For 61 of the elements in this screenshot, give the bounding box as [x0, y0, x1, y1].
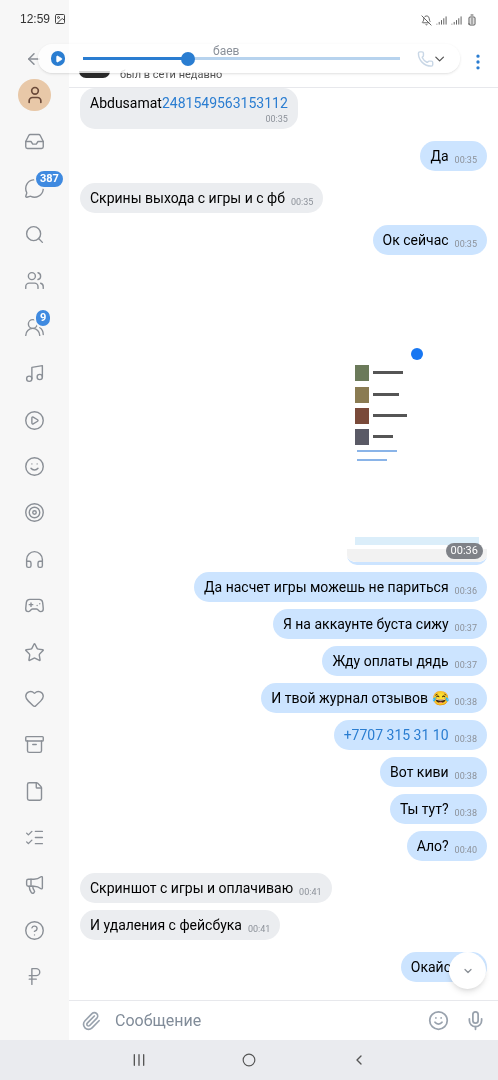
message-time: 00:35	[290, 196, 314, 208]
message-time: 00:36	[445, 543, 483, 559]
headphones-icon[interactable]	[24, 548, 45, 570]
message-time: 00:37	[454, 659, 477, 671]
message-text: Скриншот с игры и оплачиваю	[90, 879, 294, 898]
recent-apps-icon[interactable]	[131, 1052, 147, 1068]
music-icon[interactable]	[24, 363, 45, 385]
message-text: Ты тут?	[400, 800, 449, 819]
message-text: +7707 315 31 10	[343, 726, 449, 745]
message-text: Да	[430, 147, 449, 166]
message-time: 00:35	[454, 154, 477, 166]
message-field[interactable]: Сообщение	[115, 1008, 428, 1033]
target-icon[interactable]	[24, 502, 45, 524]
message-time: 00:35	[454, 238, 477, 250]
message-text: И удаления с фейсбука	[90, 916, 242, 935]
attach-icon[interactable]	[81, 1010, 101, 1031]
megaphone-icon[interactable]	[24, 873, 45, 895]
message-time: 00:37	[454, 622, 477, 634]
message-time: 00:38	[454, 807, 477, 819]
avatar[interactable]	[18, 79, 51, 111]
message-text: И твой журнал отзывов 😂	[271, 689, 449, 708]
message-text: Окайс	[410, 958, 451, 977]
message-time: 00:41	[247, 923, 271, 935]
play-icon[interactable]	[24, 409, 45, 431]
contact-status: был в сети недавно	[120, 68, 223, 81]
star-icon[interactable]	[24, 641, 45, 663]
play-button[interactable]	[51, 51, 66, 66]
gallery-icon	[54, 12, 67, 25]
unread-badge: 387	[34, 168, 65, 189]
message-time: 00:38	[454, 696, 477, 708]
message-text: Да насчет игры можешь не париться	[204, 578, 449, 597]
home-icon[interactable]	[242, 1053, 256, 1067]
status-time: 12:59	[20, 10, 51, 28]
message-text: Abdusamat2481549563153112	[90, 94, 288, 113]
unread-badge: 9	[34, 308, 53, 329]
progress-thumb[interactable]	[180, 51, 195, 66]
message-time: 00:36	[454, 585, 477, 597]
smiley-icon[interactable]	[24, 456, 45, 477]
message-time: 00:38	[454, 733, 477, 745]
signal-icon	[451, 14, 462, 26]
search-icon[interactable]	[24, 224, 45, 246]
emoji-icon[interactable]	[428, 1010, 449, 1031]
people-icon[interactable]	[24, 270, 45, 292]
contact-name[interactable]: баев	[213, 45, 240, 58]
archive-icon[interactable]	[24, 734, 45, 756]
signal-icon	[436, 14, 447, 26]
message-time: 00:41	[299, 886, 322, 898]
play-icon	[54, 54, 63, 63]
message-text: Жду оплаты дядь	[332, 652, 449, 671]
message-text: Я на аккаунте буста сижу	[282, 615, 449, 634]
file-icon[interactable]	[24, 780, 45, 802]
battery-icon	[466, 14, 478, 26]
message-text: Вот киви	[390, 763, 449, 782]
mute-icon	[421, 14, 432, 26]
message-text: Ало?	[416, 837, 449, 856]
help-icon[interactable]	[24, 919, 45, 941]
message-text: Ок сейчас	[382, 231, 449, 250]
message-time: 00:35	[265, 113, 288, 125]
message-time: 00:38	[454, 770, 477, 782]
message-text: Скрины выхода с игры и с фб	[90, 189, 285, 208]
message-time: 00:40	[454, 844, 477, 856]
